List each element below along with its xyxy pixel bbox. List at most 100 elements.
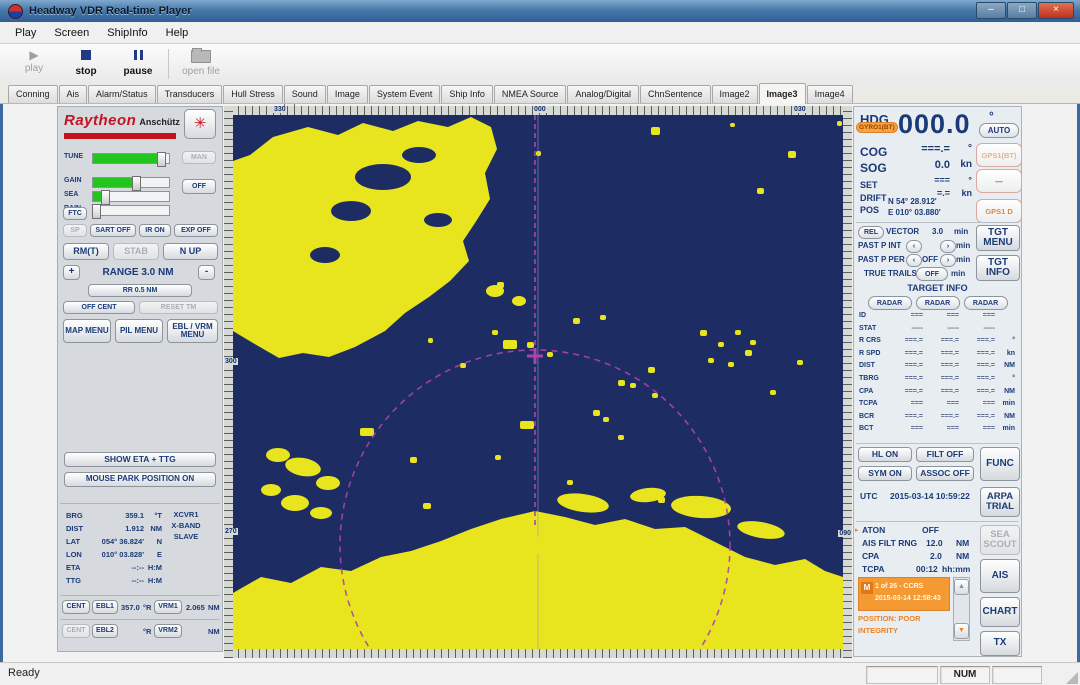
- scroll-up-icon[interactable]: ▲: [954, 579, 969, 595]
- tgt-info-button[interactable]: TGTINFO: [976, 255, 1020, 281]
- gps1d-button[interactable]: GPS1 D: [976, 199, 1022, 223]
- chart-button[interactable]: CHART: [980, 597, 1020, 627]
- show-eta-button[interactable]: SHOW ETA + TTG: [64, 452, 216, 467]
- tab-alarm-status[interactable]: Alarm/Status: [88, 85, 156, 103]
- resize-grip[interactable]: [1066, 672, 1078, 684]
- ebl2-button[interactable]: EBL2: [92, 624, 118, 638]
- hl-on-button[interactable]: HL ON: [858, 447, 912, 462]
- tab-system-event[interactable]: System Event: [369, 85, 441, 103]
- tab-image3[interactable]: Image3: [759, 83, 806, 104]
- anschuetz-logo-icon[interactable]: ✳: [184, 109, 216, 139]
- rel-vector-button[interactable]: REL: [858, 226, 884, 239]
- radar-source-button[interactable]: RADAR: [868, 296, 912, 310]
- slider-thumb[interactable]: [157, 152, 166, 167]
- mouse-park-button[interactable]: MOUSE PARK POSITION ON: [64, 472, 216, 487]
- slider-sea[interactable]: [92, 191, 170, 202]
- range-plus-button[interactable]: +: [63, 265, 80, 280]
- off-center-button[interactable]: OFF CENT: [63, 301, 135, 314]
- tab-image2[interactable]: Image2: [712, 85, 758, 103]
- tgt-menu-button[interactable]: TGTMENU: [976, 225, 1020, 251]
- man-button[interactable]: MAN: [182, 151, 216, 164]
- menu-item-screen[interactable]: Screen: [45, 25, 98, 41]
- target-row-value: ===: [923, 312, 959, 325]
- vrm1-button[interactable]: VRM1: [154, 600, 182, 614]
- off-button[interactable]: OFF: [182, 179, 216, 194]
- toolbar: ▶ play stop pause open file: [0, 44, 1080, 86]
- sym-on-button[interactable]: SYM ON: [858, 466, 912, 481]
- gps1bt-button[interactable]: GPS1(BT): [976, 143, 1022, 167]
- ebl-vrm-menu-button[interactable]: EBL / VRM MENU: [167, 319, 218, 343]
- radar-control-panel: RaytheonAnschütz ✳ TUNEGAINSEARAIN MAN O…: [57, 106, 223, 652]
- past-p-per-inc-button[interactable]: ›: [940, 254, 956, 267]
- stab-button[interactable]: STAB: [113, 243, 159, 260]
- scroll-down-icon[interactable]: ▼: [954, 623, 969, 639]
- radar-ppi[interactable]: [233, 115, 843, 649]
- filt-off-button[interactable]: FILT OFF: [916, 447, 974, 462]
- ir-button[interactable]: IR ON: [139, 224, 171, 237]
- menu-item-help[interactable]: Help: [157, 25, 198, 41]
- target-row-value: ===: [923, 425, 959, 438]
- play-icon: ▶: [10, 47, 58, 63]
- rm-button[interactable]: RM(T): [63, 243, 109, 260]
- tab-transducers[interactable]: Transducers: [157, 85, 223, 103]
- slider-tune[interactable]: [92, 153, 170, 164]
- ebl1-button[interactable]: EBL1: [92, 600, 118, 614]
- close-button[interactable]: ×: [1038, 2, 1074, 19]
- tab-conning[interactable]: Conning: [8, 85, 58, 103]
- menu-item-play[interactable]: Play: [6, 25, 45, 41]
- tab-analog-digital[interactable]: Analog/Digital: [567, 85, 639, 103]
- slider-rain[interactable]: [92, 205, 170, 216]
- tab-image4[interactable]: Image4: [807, 85, 853, 103]
- ais-button[interactable]: AIS: [980, 559, 1020, 593]
- arpa-trial-button[interactable]: ARPATRIAL: [980, 487, 1020, 517]
- range-minus-button[interactable]: -: [198, 265, 215, 280]
- sea-scout-button[interactable]: SEASCOUT: [980, 525, 1020, 555]
- tab-chnsentence[interactable]: ChnSentence: [640, 85, 711, 103]
- slider-gain[interactable]: [92, 177, 170, 188]
- alarm-scrollbar[interactable]: ▲ ▼: [953, 577, 970, 641]
- func-button[interactable]: FUNC: [980, 447, 1020, 481]
- pause-button[interactable]: pause: [114, 47, 162, 81]
- past-p-int-dec-button[interactable]: ‹: [906, 240, 922, 253]
- reset-tm-button[interactable]: RESET TM: [139, 301, 218, 314]
- sart-button[interactable]: SART OFF: [90, 224, 136, 237]
- tcpa-value: 00:12: [916, 564, 938, 574]
- radar-source-button[interactable]: RADAR: [964, 296, 1008, 310]
- slider-thumb[interactable]: [92, 204, 101, 219]
- vrm2-button[interactable]: VRM2: [154, 624, 182, 638]
- alarm-list-item[interactable]: M 1 of 26 - CCRS 2015-03-14 12:58:43: [858, 577, 950, 611]
- auto-button[interactable]: AUTO: [979, 123, 1019, 138]
- pil-menu-button[interactable]: PIL MENU: [115, 319, 163, 343]
- menu-item-shipinfo[interactable]: ShipInfo: [98, 25, 156, 41]
- play-button[interactable]: ▶ play: [10, 47, 58, 81]
- open-file-button[interactable]: open file: [174, 47, 228, 81]
- north-up-button[interactable]: N UP: [163, 243, 218, 260]
- tx-button[interactable]: TX: [980, 631, 1020, 656]
- cent-button-1[interactable]: CENT: [62, 600, 90, 614]
- tab-sound[interactable]: Sound: [284, 85, 326, 103]
- radar-display[interactable]: 330000030300270090: [224, 106, 852, 658]
- status-text: Ready: [8, 667, 40, 679]
- sp-button[interactable]: SP: [63, 224, 87, 237]
- tab-bar: ConningAisAlarm/StatusTransducersHull St…: [0, 85, 1080, 104]
- radar-source-button[interactable]: RADAR: [916, 296, 960, 310]
- true-trails-off-button[interactable]: OFF: [916, 267, 948, 281]
- cent-button-2[interactable]: CENT: [62, 624, 90, 638]
- tab-nmea-source[interactable]: NMEA Source: [494, 85, 567, 103]
- exp-button[interactable]: EXP OFF: [174, 224, 218, 237]
- minimize-button[interactable]: –: [976, 2, 1006, 19]
- past-p-int-inc-button[interactable]: ›: [940, 240, 956, 253]
- range-rings-button[interactable]: RR 0.5 NM: [88, 284, 192, 297]
- past-p-per-dec-button[interactable]: ‹: [906, 254, 922, 267]
- maximize-button[interactable]: □: [1007, 2, 1037, 19]
- tab-ship-info[interactable]: Ship Info: [441, 85, 493, 103]
- drift-source-button[interactable]: —: [976, 169, 1022, 193]
- tab-image[interactable]: Image: [327, 85, 368, 103]
- assoc-off-button[interactable]: ASSOC OFF: [916, 466, 974, 481]
- menu-bar: PlayScreenShipInfoHelp: [0, 22, 1080, 44]
- map-menu-button[interactable]: MAP MENU: [63, 319, 111, 343]
- stop-button[interactable]: stop: [62, 47, 110, 81]
- tab-hull-stress[interactable]: Hull Stress: [223, 85, 283, 103]
- ftc-button[interactable]: FTC: [63, 207, 87, 220]
- tab-ais[interactable]: Ais: [59, 85, 88, 103]
